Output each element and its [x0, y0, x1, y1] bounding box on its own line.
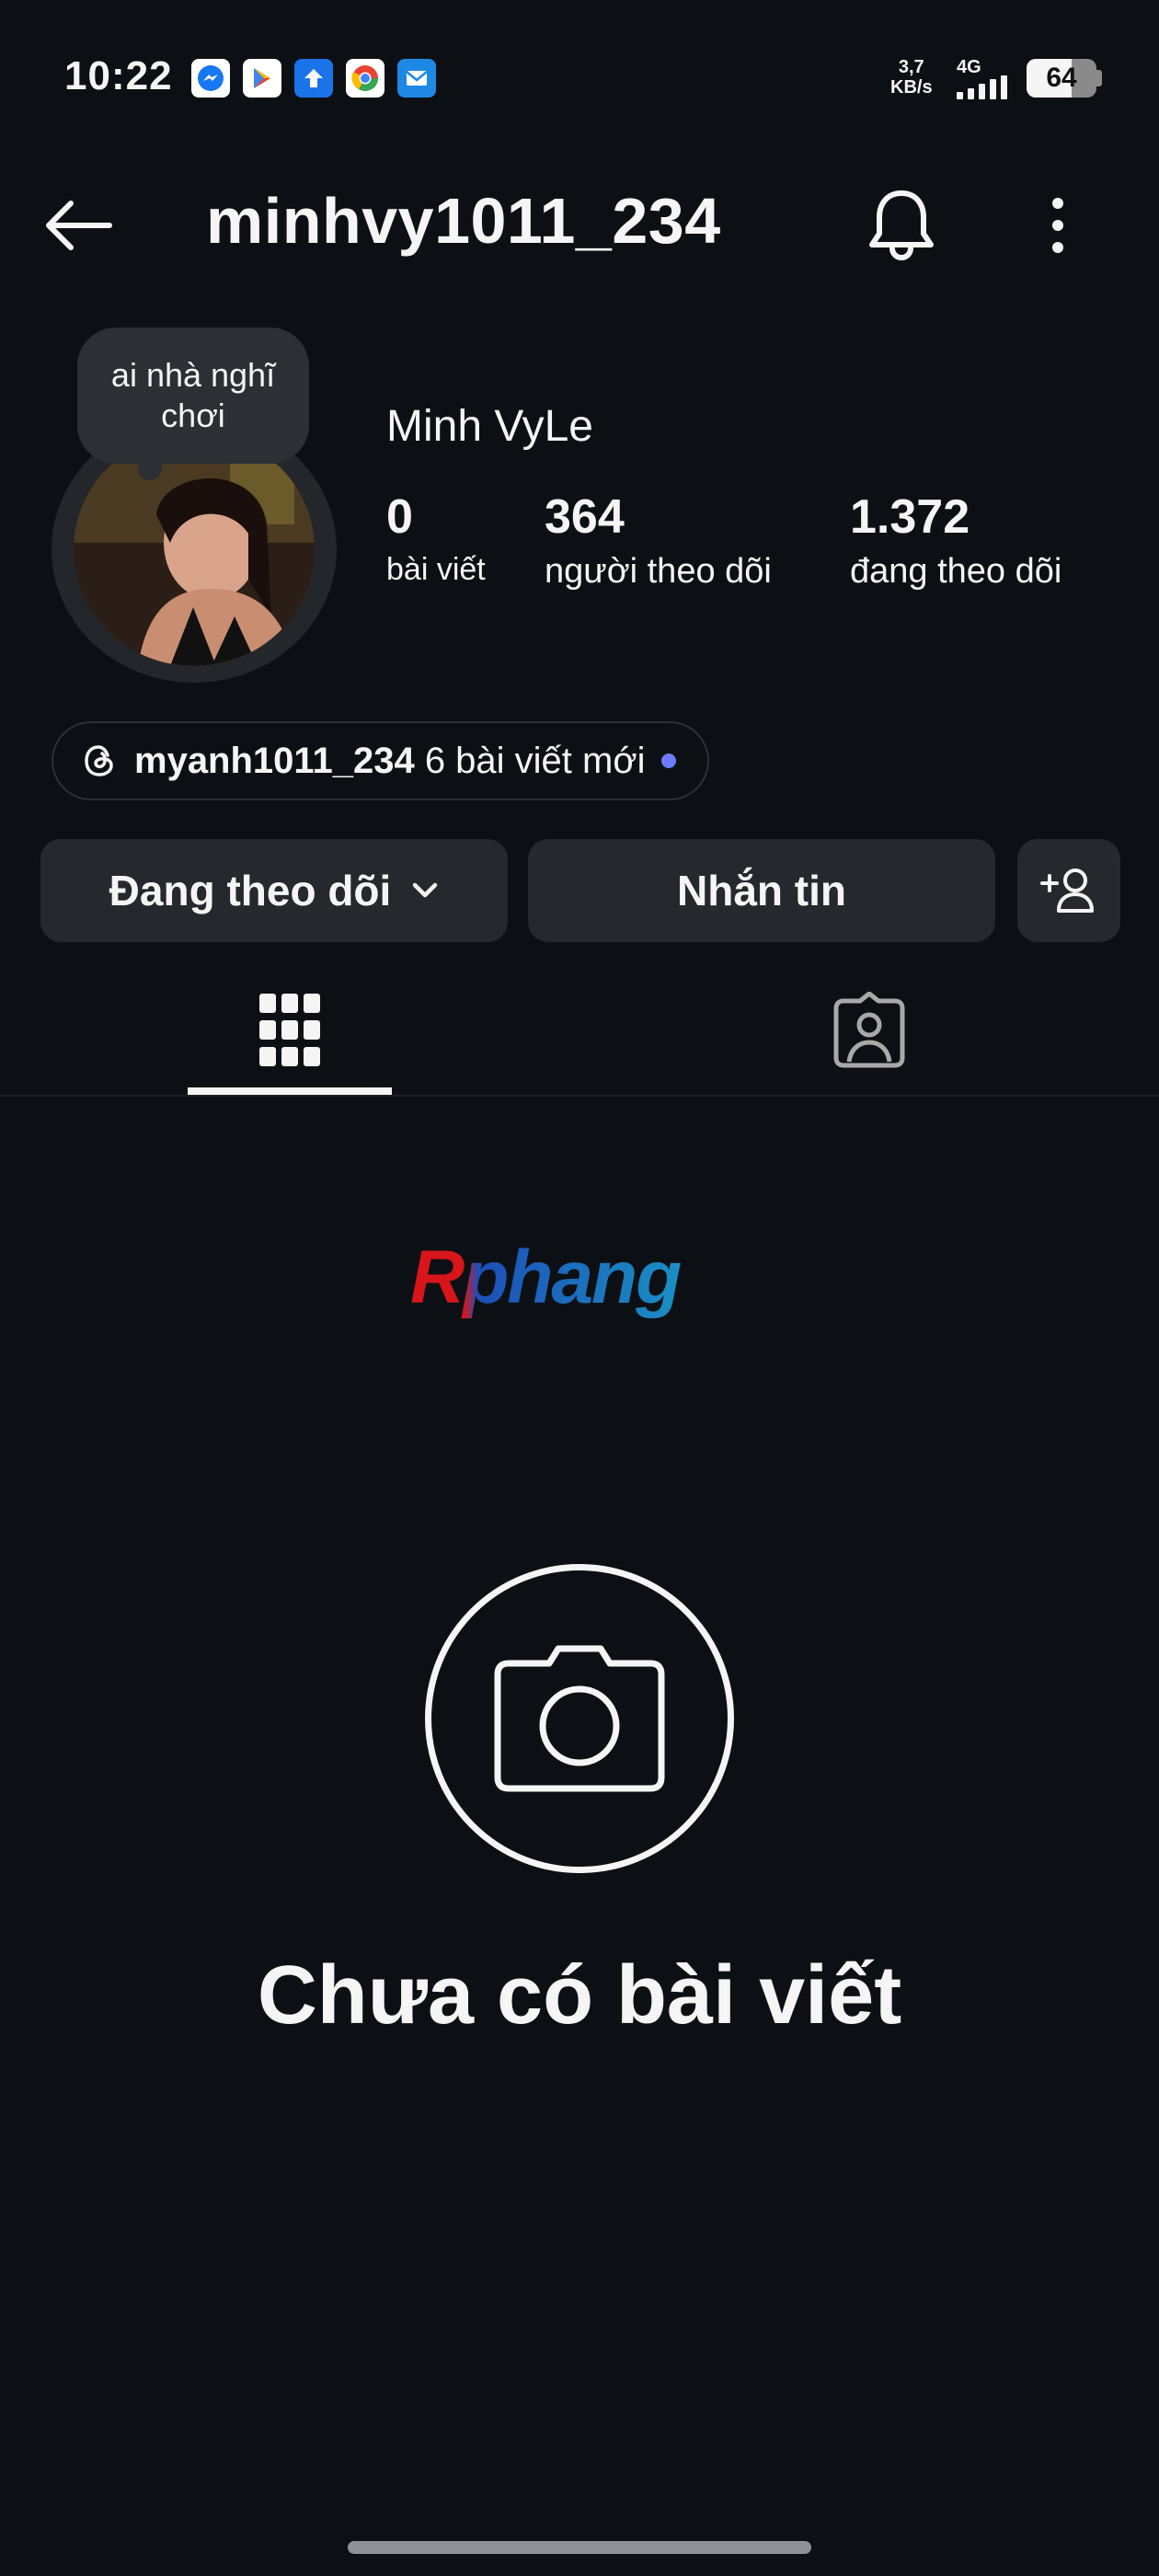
- message-button-label: Nhắn tin: [677, 867, 846, 914]
- threads-icon: [85, 745, 113, 776]
- mail-icon: [397, 59, 436, 98]
- status-time: 10:22: [64, 53, 173, 98]
- tagged-person-icon: [833, 992, 905, 1068]
- posts-label: bài viết: [386, 552, 486, 587]
- messenger-icon: [191, 59, 230, 98]
- followers-count: 364: [545, 490, 625, 544]
- following-count: 1.372: [850, 490, 970, 544]
- notification-icons: [191, 59, 436, 98]
- tab-divider: [0, 1095, 1159, 1097]
- bell-icon: [869, 190, 934, 260]
- display-name: Minh VyLe: [386, 402, 593, 451]
- following-button[interactable]: Đang theo dõi: [40, 839, 508, 942]
- note-bubble-tail: [138, 456, 162, 480]
- threads-new-posts: 6 bài viết mới: [424, 740, 646, 781]
- back-button[interactable]: [37, 189, 120, 262]
- upload-icon: [294, 59, 333, 98]
- following-button-label: Đang theo dõi: [109, 867, 392, 914]
- grid-icon: [259, 994, 320, 1066]
- more-options-button[interactable]: [1030, 189, 1085, 262]
- network-speed-unit: KB/s: [890, 77, 933, 98]
- posts-stat: 0 bài viết: [386, 489, 486, 588]
- home-indicator[interactable]: [348, 2541, 811, 2554]
- active-tab-indicator: [188, 1087, 392, 1095]
- empty-state-camera-circle: [425, 1564, 734, 1873]
- suggest-people-button[interactable]: [1017, 839, 1120, 942]
- tab-tagged[interactable]: [767, 966, 971, 1095]
- camera-icon: [494, 1645, 665, 1792]
- svg-text:Rphang: Rphang: [410, 1236, 681, 1319]
- chevron-down-icon: [413, 882, 438, 898]
- network-speed-value: 3,7: [898, 57, 924, 77]
- battery-tip: [1096, 70, 1102, 86]
- profile-username-title: minhvy1011_234: [206, 185, 721, 257]
- back-arrow-icon: [46, 201, 112, 250]
- battery-icon: 64: [1027, 59, 1096, 98]
- tab-posts-grid[interactable]: [188, 966, 392, 1095]
- new-indicator-dot: [661, 753, 677, 768]
- message-button[interactable]: Nhắn tin: [528, 839, 995, 942]
- empty-state-message: Chưa có bài viết: [257, 1949, 902, 2041]
- watermark-logo: Rphang: [405, 1229, 754, 1330]
- profile-note-bubble[interactable]: ai nhà nghĩ chơi: [77, 328, 309, 464]
- avatar[interactable]: [74, 432, 315, 666]
- play-store-icon: [243, 59, 281, 98]
- threads-badge[interactable]: myanh1011_234 6 bài viết mới: [52, 721, 710, 800]
- notifications-button[interactable]: [855, 179, 947, 271]
- add-person-icon: [1040, 868, 1094, 913]
- posts-count: 0: [386, 490, 413, 544]
- threads-username: myanh1011_234: [134, 740, 415, 781]
- battery-level: 64: [1046, 63, 1077, 93]
- more-vertical-icon: [1052, 198, 1063, 253]
- network-speed: 3,7 KB/s: [890, 57, 933, 98]
- chrome-icon: [346, 59, 384, 98]
- followers-label: người theo dõi: [545, 552, 772, 591]
- followers-stat[interactable]: 364 người theo dõi: [545, 489, 772, 592]
- following-label: đang theo dõi: [850, 552, 1062, 591]
- following-stat[interactable]: 1.372 đang theo dõi: [850, 489, 1061, 592]
- signal-icon: [957, 75, 1007, 99]
